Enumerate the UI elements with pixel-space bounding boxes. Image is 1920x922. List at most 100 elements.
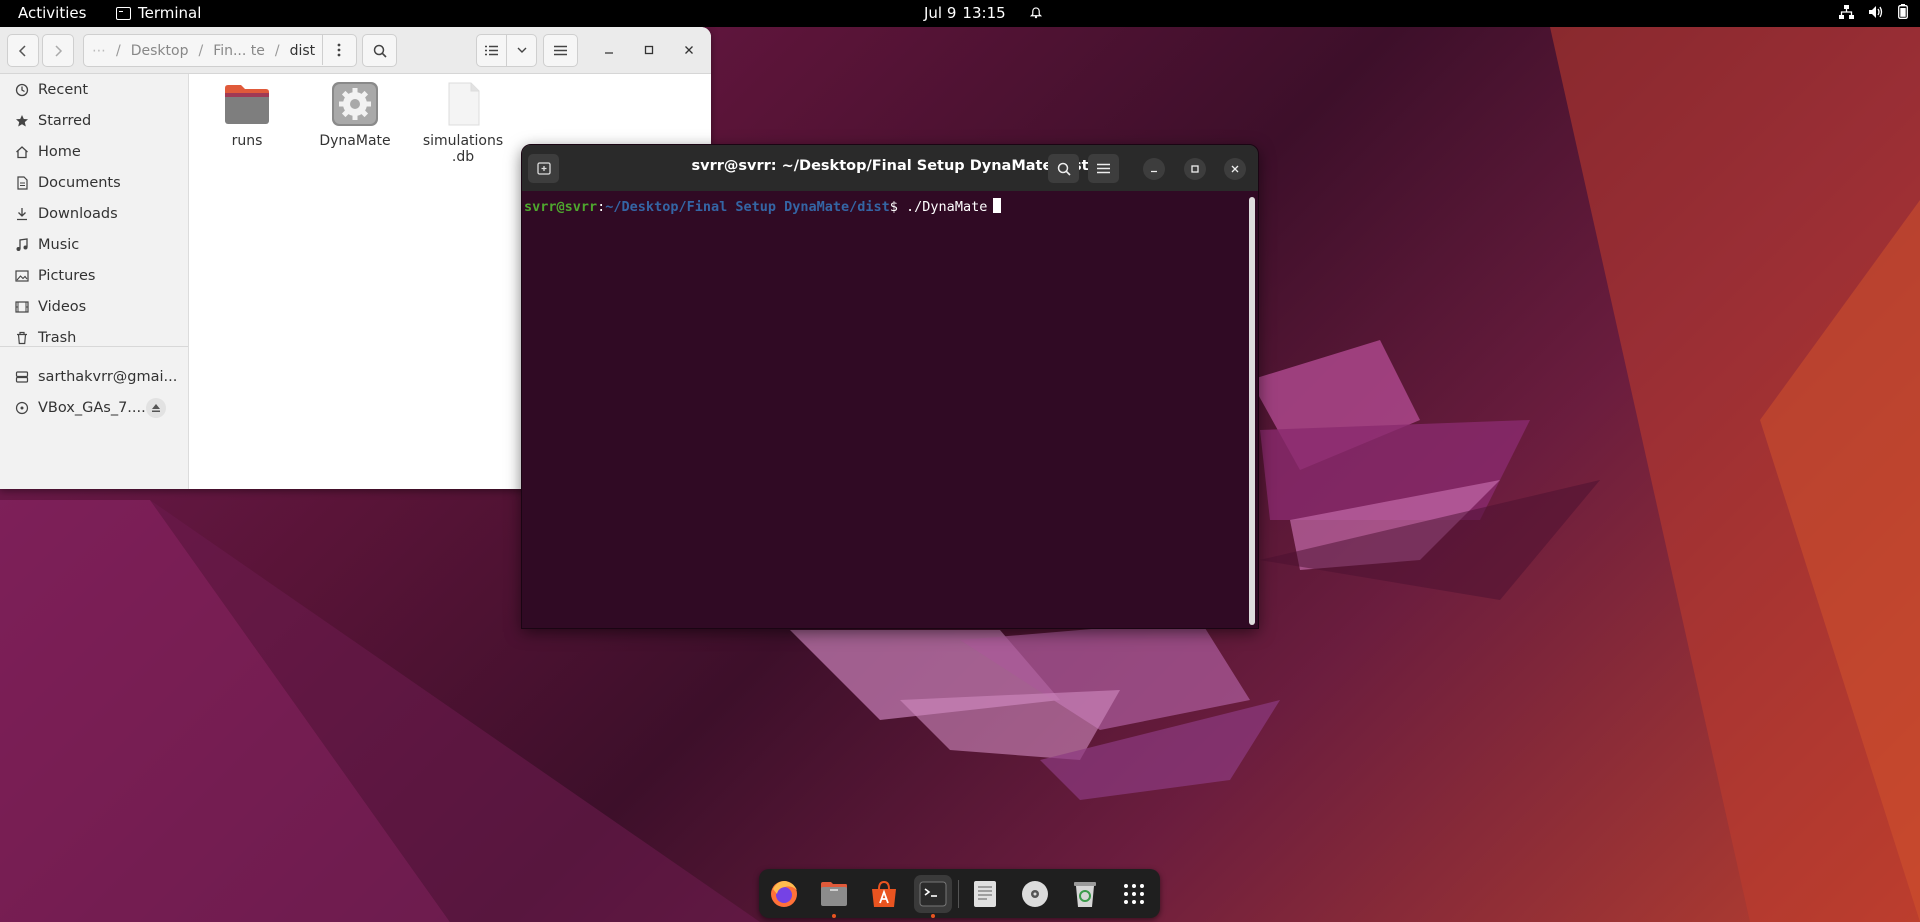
document-file-icon (448, 82, 480, 126)
terminal-search-button[interactable] (1048, 154, 1079, 183)
sidebar-item-home[interactable]: Home (0, 136, 188, 168)
back-button[interactable] (7, 34, 39, 67)
file-name-line2: .db (451, 149, 475, 165)
path-crumb-current[interactable]: dist (290, 43, 316, 59)
network-drive-icon (15, 371, 29, 383)
sidebar-item-vbox-disc[interactable]: VBox_GAs_7.... (0, 392, 188, 424)
dock-item-terminal[interactable] (914, 875, 952, 913)
files-icon (821, 882, 847, 906)
sidebar-item-label: Music (38, 237, 80, 253)
video-icon (15, 301, 29, 313)
files-sidebar: Recent Starred Home Documents Downloads … (0, 74, 189, 489)
maximize-button[interactable] (638, 39, 660, 61)
minimize-button[interactable] (598, 39, 620, 61)
terminal-window: svrr@svrr: ~/Desktop/Final Setup DynaMat… (521, 144, 1259, 629)
terminal-menu-button[interactable] (1088, 154, 1119, 183)
terminal-output[interactable]: svrr@svrr:~/Desktop/Final Setup DynaMate… (524, 193, 1244, 623)
file-name-line1: simulations (422, 133, 504, 149)
sidebar-item-network-drive[interactable]: sarthakvrr@gmai... (0, 361, 188, 393)
file-item-simulations-db[interactable]: simulations .db (418, 82, 508, 165)
eject-icon (152, 404, 160, 412)
chevron-left-icon (18, 44, 26, 57)
search-button[interactable] (362, 34, 397, 67)
path-crumb-hidden[interactable]: ⋯ (92, 43, 106, 59)
path-crumb-desktop[interactable]: Desktop (131, 43, 189, 59)
forward-button[interactable] (42, 34, 74, 67)
dock (759, 869, 1160, 918)
minimize-icon (605, 52, 613, 54)
running-indicator (832, 914, 836, 918)
app-menu[interactable]: Terminal (116, 4, 201, 22)
prompt-symbol: $ (889, 199, 907, 215)
top-bar: Activities Terminal Jul 9 13:15 (0, 0, 1920, 27)
sidebar-item-label: Documents (38, 175, 121, 191)
terminal-close-button[interactable] (1224, 158, 1246, 180)
file-item-dynamate[interactable]: DynaMate (310, 82, 400, 149)
path-crumb-final-setup[interactable]: Fin... te (213, 43, 265, 59)
close-icon (1231, 165, 1239, 173)
activities-button[interactable]: Activities (18, 4, 86, 22)
dock-item-text-editor[interactable] (966, 875, 1004, 913)
system-tray[interactable] (1839, 4, 1908, 19)
dock-item-trash[interactable] (1066, 875, 1104, 913)
sidebar-item-music[interactable]: Music (0, 229, 188, 261)
hamburger-icon (1097, 163, 1110, 174)
list-view-button[interactable] (477, 35, 506, 66)
sidebar-item-starred[interactable]: Starred (0, 105, 188, 137)
path-menu-button[interactable] (322, 34, 355, 65)
music-icon (16, 238, 28, 251)
volume-icon (1869, 5, 1883, 18)
main-menu-button[interactable] (543, 34, 578, 67)
sidebar-item-recent[interactable]: Recent (0, 74, 188, 106)
sidebar-item-pictures[interactable]: Pictures (0, 260, 188, 292)
clock-time: 13:15 (962, 4, 1006, 22)
terminal-headerbar: svrr@svrr: ~/Desktop/Final Setup DynaMat… (522, 145, 1258, 191)
text-editor-icon (974, 881, 996, 907)
view-toggle[interactable] (476, 34, 537, 67)
file-item-runs[interactable]: runs (202, 82, 292, 149)
dock-item-software[interactable] (865, 875, 903, 913)
maximize-icon (1191, 165, 1199, 173)
file-name: DynaMate (319, 133, 391, 149)
disc-icon (15, 401, 29, 415)
files-headerbar: ⋯ / Desktop / Fin... te / dist (0, 27, 711, 74)
dock-item-firefox[interactable] (765, 875, 803, 913)
hamburger-icon (554, 45, 567, 56)
dock-item-disc[interactable] (1016, 875, 1054, 913)
notification-bell-icon (1029, 7, 1042, 19)
sidebar-item-label: Downloads (38, 206, 118, 222)
sidebar-item-documents[interactable]: Documents (0, 167, 188, 199)
sidebar-item-downloads[interactable]: Downloads (0, 198, 188, 230)
dock-item-files[interactable] (815, 875, 853, 913)
sidebar-item-label: Home (38, 144, 81, 160)
close-button[interactable] (678, 39, 700, 61)
prompt-user: svrr@svrr (524, 199, 598, 215)
sidebar-item-label: Videos (38, 299, 87, 315)
terminal-minimize-button[interactable] (1143, 158, 1165, 180)
sidebar-item-trash[interactable]: Trash (0, 322, 188, 354)
sidebar-item-label: Recent (38, 82, 89, 98)
running-indicator (931, 914, 935, 918)
command-text: ./DynaMate (906, 199, 988, 215)
path-bar[interactable]: ⋯ / Desktop / Fin... te / dist (83, 34, 357, 67)
star-icon (16, 115, 28, 127)
terminal-maximize-button[interactable] (1184, 158, 1206, 180)
battery-icon (1898, 4, 1908, 19)
sidebar-item-label: VBox_GAs_7.... (38, 400, 146, 416)
download-icon (17, 208, 27, 221)
terminal-scrollbar[interactable] (1249, 197, 1255, 625)
firefox-icon (771, 881, 797, 907)
eject-button[interactable] (146, 398, 166, 418)
clock[interactable]: Jul 9 13:15 (924, 4, 1042, 22)
search-icon (1057, 162, 1071, 176)
terminal-prompt-line: svrr@svrr:~/Desktop/Final Setup DynaMate… (524, 198, 1002, 215)
list-view-icon (485, 45, 498, 56)
software-center-icon (872, 880, 896, 907)
show-apps-button[interactable] (1115, 875, 1153, 913)
recycle-bin-icon (1074, 882, 1096, 907)
view-options-button[interactable] (506, 35, 536, 66)
sidebar-item-label: sarthakvrr@gmai... (38, 369, 178, 385)
sidebar-item-videos[interactable]: Videos (0, 291, 188, 323)
optical-disc-icon (1022, 881, 1048, 907)
sidebar-item-label: Pictures (38, 268, 96, 284)
